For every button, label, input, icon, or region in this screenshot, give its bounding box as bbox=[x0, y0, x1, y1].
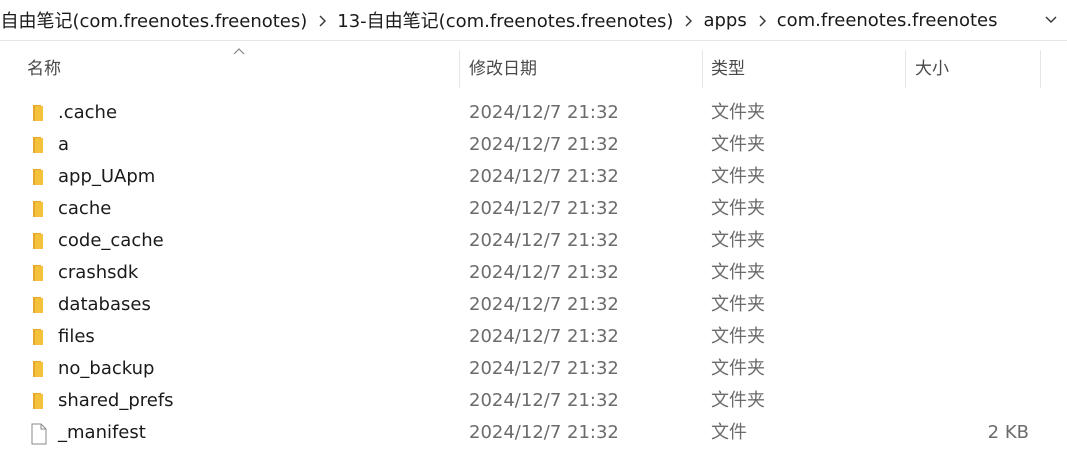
file-modified: 2024/12/7 21:32 bbox=[469, 294, 619, 315]
file-name: crashsdk bbox=[58, 262, 139, 283]
column-divider[interactable] bbox=[459, 50, 460, 88]
file-modified: 2024/12/7 21:32 bbox=[469, 198, 619, 219]
folder-icon bbox=[29, 231, 49, 251]
file-row[interactable]: app_UApm 2024/12/7 21:32 文件夹 bbox=[0, 161, 1067, 193]
folder-icon bbox=[29, 295, 49, 315]
column-header-type[interactable]: 类型 bbox=[711, 48, 745, 90]
file-type: 文件夹 bbox=[711, 198, 765, 219]
folder-icon bbox=[29, 103, 49, 123]
file-row[interactable]: no_backup 2024/12/7 21:32 文件夹 bbox=[0, 353, 1067, 385]
file-row[interactable]: a 2024/12/7 21:32 文件夹 bbox=[0, 129, 1067, 161]
file-row[interactable]: crashsdk 2024/12/7 21:32 文件夹 bbox=[0, 257, 1067, 289]
column-header-modified[interactable]: 修改日期 bbox=[469, 48, 537, 90]
column-divider[interactable] bbox=[702, 50, 703, 88]
file-type: 文件夹 bbox=[711, 166, 765, 187]
folder-icon bbox=[29, 167, 49, 187]
file-modified: 2024/12/7 21:32 bbox=[469, 102, 619, 123]
column-divider[interactable] bbox=[905, 50, 906, 88]
file-type: 文件夹 bbox=[711, 390, 765, 411]
file-type: 文件 bbox=[711, 422, 747, 443]
column-header-name[interactable]: 名称 bbox=[27, 48, 61, 90]
file-size: 2 KB bbox=[987, 422, 1029, 443]
breadcrumb-item-current[interactable]: com.freenotes.freenotes bbox=[773, 10, 1002, 31]
breadcrumb-item-apps[interactable]: apps bbox=[699, 10, 750, 31]
file-name: _manifest bbox=[58, 422, 146, 443]
sort-ascending-icon bbox=[233, 48, 245, 55]
file-row[interactable]: shared_prefs 2024/12/7 21:32 文件夹 bbox=[0, 385, 1067, 417]
chevron-right-icon[interactable] bbox=[311, 10, 333, 31]
file-explorer-window: -自由笔记(com.freenotes.freenotes) 13-自由笔记(c… bbox=[0, 0, 1067, 455]
column-header-row: 名称 修改日期 类型 大小 bbox=[0, 48, 1067, 90]
file-name: app_UApm bbox=[58, 166, 156, 187]
file-type: 文件夹 bbox=[711, 358, 765, 379]
file-row[interactable]: _manifest 2024/12/7 21:32 文件 2 KB bbox=[0, 417, 1067, 449]
file-type: 文件夹 bbox=[711, 326, 765, 347]
file-modified: 2024/12/7 21:32 bbox=[469, 326, 619, 347]
file-modified: 2024/12/7 21:32 bbox=[469, 134, 619, 155]
folder-icon bbox=[29, 263, 49, 283]
file-row[interactable]: cache 2024/12/7 21:32 文件夹 bbox=[0, 193, 1067, 225]
file-icon bbox=[29, 423, 49, 445]
file-name: files bbox=[58, 326, 95, 347]
file-row[interactable]: code_cache 2024/12/7 21:32 文件夹 bbox=[0, 225, 1067, 257]
address-history-dropdown[interactable] bbox=[1041, 10, 1061, 30]
breadcrumb: -自由笔记(com.freenotes.freenotes) 13-自由笔记(c… bbox=[0, 0, 1001, 40]
file-modified: 2024/12/7 21:32 bbox=[469, 230, 619, 251]
file-name: databases bbox=[58, 294, 151, 315]
column-header-size[interactable]: 大小 bbox=[915, 48, 949, 90]
file-name: shared_prefs bbox=[58, 390, 174, 411]
folder-icon bbox=[29, 135, 49, 155]
file-modified: 2024/12/7 21:32 bbox=[469, 262, 619, 283]
breadcrumb-item-package-folder[interactable]: 13-自由笔记(com.freenotes.freenotes) bbox=[333, 7, 677, 33]
file-name: cache bbox=[58, 198, 112, 219]
file-list: .cache 2024/12/7 21:32 文件夹 a 2024/12/7 2… bbox=[0, 97, 1067, 449]
folder-icon bbox=[29, 199, 49, 219]
file-type: 文件夹 bbox=[711, 134, 765, 155]
folder-icon bbox=[29, 327, 49, 347]
file-modified: 2024/12/7 21:32 bbox=[469, 166, 619, 187]
folder-icon bbox=[29, 359, 49, 379]
file-type: 文件夹 bbox=[711, 230, 765, 251]
file-name: a bbox=[58, 134, 70, 155]
file-type: 文件夹 bbox=[711, 102, 765, 123]
file-type: 文件夹 bbox=[711, 262, 765, 283]
folder-icon bbox=[29, 391, 49, 411]
chevron-right-icon[interactable] bbox=[751, 10, 773, 31]
chevron-down-icon bbox=[1045, 16, 1057, 23]
file-row[interactable]: .cache 2024/12/7 21:32 文件夹 bbox=[0, 97, 1067, 129]
file-row[interactable]: databases 2024/12/7 21:32 文件夹 bbox=[0, 289, 1067, 321]
file-modified: 2024/12/7 21:32 bbox=[469, 422, 619, 443]
file-type: 文件夹 bbox=[711, 294, 765, 315]
file-row[interactable]: files 2024/12/7 21:32 文件夹 bbox=[0, 321, 1067, 353]
file-modified: 2024/12/7 21:32 bbox=[469, 358, 619, 379]
file-name: .cache bbox=[58, 102, 118, 123]
file-modified: 2024/12/7 21:32 bbox=[469, 390, 619, 411]
file-name: code_cache bbox=[58, 230, 164, 251]
file-name: no_backup bbox=[58, 358, 155, 379]
address-bar[interactable]: -自由笔记(com.freenotes.freenotes) 13-自由笔记(c… bbox=[0, 0, 1067, 41]
column-divider[interactable] bbox=[1040, 50, 1041, 88]
breadcrumb-item-app-folder[interactable]: -自由笔记(com.freenotes.freenotes) bbox=[0, 7, 311, 33]
chevron-right-icon[interactable] bbox=[677, 10, 699, 31]
